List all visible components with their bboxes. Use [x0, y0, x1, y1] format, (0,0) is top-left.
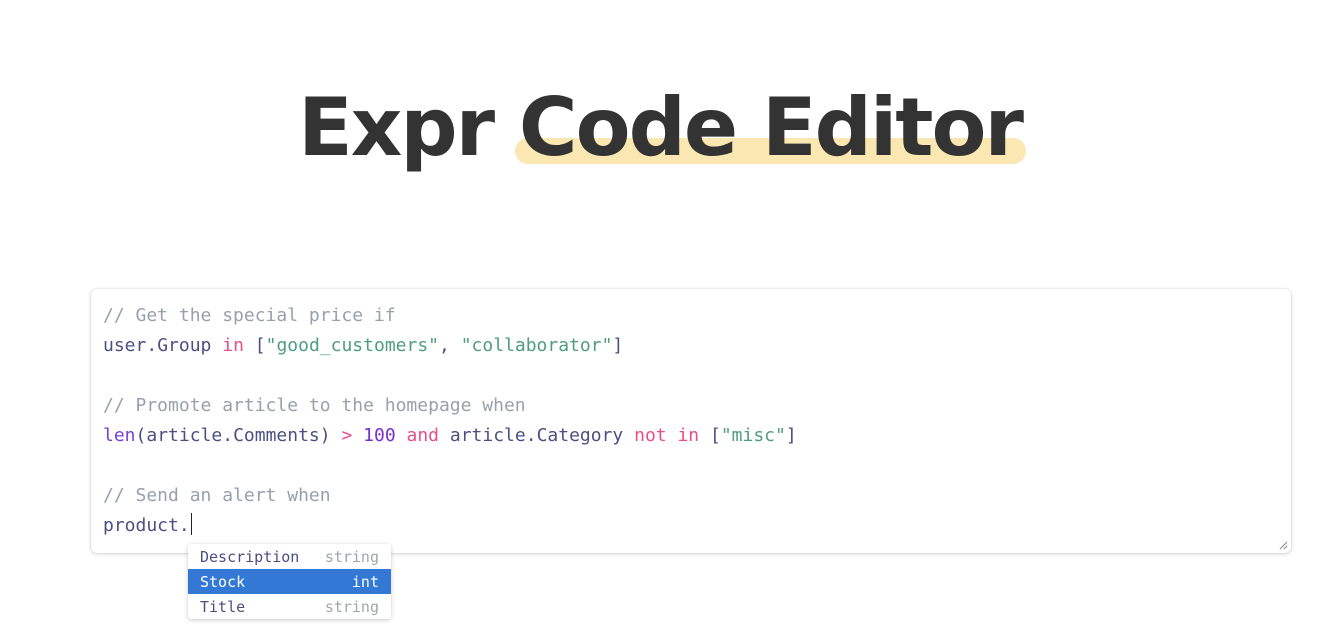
code-token-punct: ] [612, 335, 624, 356]
code-token-kw: not in [634, 425, 700, 446]
code-token-punct: , [439, 335, 461, 356]
code-token-ident: product [103, 515, 179, 536]
autocomplete-item[interactable]: Title string [188, 594, 391, 619]
code-token-ident: Comments [233, 425, 320, 446]
code-line[interactable]: product. [103, 511, 1279, 541]
autocomplete-item-name: Title [200, 597, 246, 616]
code-line[interactable]: user.Group in ["good_customers", "collab… [103, 331, 1279, 361]
code-token-kw: in [222, 335, 244, 356]
code-token-punct [211, 335, 222, 356]
code-token-punct: . [146, 335, 158, 356]
title-highlight: Code Editor [514, 81, 1026, 174]
autocomplete-item-name: Stock [200, 572, 246, 591]
code-token-ident: user [103, 335, 147, 356]
code-token-punct [396, 425, 407, 446]
code-token-comment: // Promote article to the homepage when [103, 395, 526, 416]
page-header: Expr Code Editor [0, 80, 1320, 176]
code-token-ident: article [449, 425, 526, 446]
title-plain: Expr [298, 81, 495, 174]
autocomplete-item-name: Description [200, 547, 300, 566]
code-token-comment: // Get the special price if [103, 305, 396, 326]
code-token-punct: [ [243, 335, 266, 356]
code-token-num: 100 [363, 425, 396, 446]
code-token-punct [352, 425, 363, 446]
code-token-str: "collaborator" [460, 335, 613, 356]
code-token-ident: article [146, 425, 223, 446]
autocomplete-item[interactable]: Stock int [188, 569, 391, 594]
code-token-kw: > [341, 425, 353, 446]
text-cursor [190, 513, 192, 535]
code-token-punct: . [525, 425, 537, 446]
code-token-punct: . [222, 425, 234, 446]
code-token-comment: // Send an alert when [103, 485, 331, 506]
code-content[interactable]: // Get the special price if user.Group in… [103, 301, 1279, 541]
code-editor[interactable]: // Get the special price if user.Group in… [91, 289, 1291, 553]
code-line[interactable]: // Promote article to the homepage when [103, 391, 1279, 421]
code-token-ident: Group [157, 335, 212, 356]
code-line[interactable] [103, 451, 1279, 481]
code-token-punct: ) [319, 425, 342, 446]
page-title: Expr Code Editor [298, 80, 1026, 176]
code-line[interactable]: len(article.Comments) > 100 and article.… [103, 421, 1279, 451]
code-token-str: "good_customers" [265, 335, 439, 356]
autocomplete-item-type: string [324, 547, 379, 566]
code-token-str: "misc" [720, 425, 786, 446]
code-line[interactable]: // Send an alert when [103, 481, 1279, 511]
resize-handle-icon[interactable] [1278, 540, 1288, 550]
autocomplete-item[interactable]: Description string [188, 544, 391, 569]
autocomplete-item-type: int [351, 572, 379, 591]
code-line[interactable]: // Get the special price if [103, 301, 1279, 331]
code-token-kw: and [406, 425, 440, 446]
code-token-punct: ] [785, 425, 797, 446]
autocomplete-item-type: string [324, 597, 379, 616]
code-line[interactable] [103, 361, 1279, 391]
code-token-fn: len [103, 425, 136, 446]
code-token-punct [623, 425, 634, 446]
code-token-punct: [ [699, 425, 721, 446]
code-token-punct: ( [135, 425, 147, 446]
code-token-punct: . [178, 515, 190, 536]
autocomplete-dropdown: Description string Stock int Title string [188, 544, 391, 619]
code-token-punct [439, 425, 450, 446]
code-token-ident: Category [536, 425, 624, 446]
